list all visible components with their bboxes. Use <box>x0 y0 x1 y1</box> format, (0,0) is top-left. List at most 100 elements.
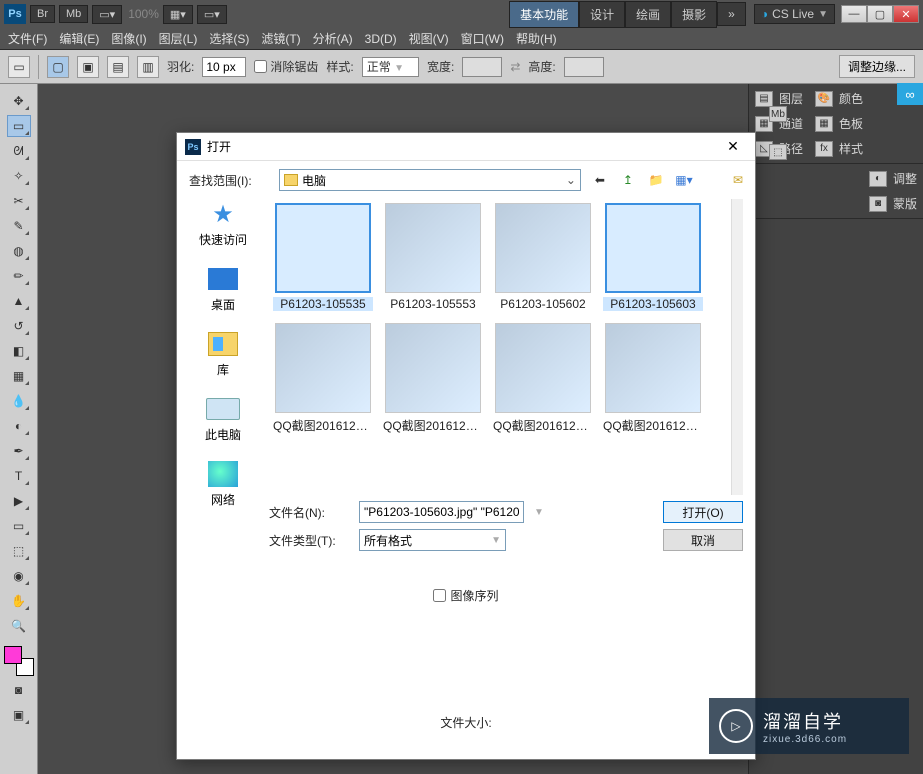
crop-tool[interactable]: ✂ <box>7 190 31 212</box>
panel-swatches[interactable]: ▦色板 <box>815 115 863 132</box>
file-thumbnail <box>275 203 371 293</box>
panel-adjustments[interactable]: ◐调整 <box>869 170 917 187</box>
place-library[interactable]: 库 <box>189 329 257 378</box>
file-item[interactable]: P61203-105553 <box>383 203 483 311</box>
dodge-tool[interactable]: ◐ <box>7 415 31 437</box>
file-item[interactable]: P61203-105535 <box>273 203 373 311</box>
3d-tool[interactable]: ⬚ <box>7 540 31 562</box>
cs-live-button[interactable]: ◑CS Live▼ <box>754 4 835 24</box>
screen-mode-tool[interactable]: ▣ <box>7 704 31 726</box>
menu-layer[interactable]: 图层(L) <box>159 30 198 47</box>
blur-tool[interactable]: 💧 <box>7 390 31 412</box>
minibridge-collapsed-icon[interactable]: Mb <box>769 106 787 122</box>
eraser-tool[interactable]: ◧ <box>7 340 31 362</box>
menu-help[interactable]: 帮助(H) <box>516 30 557 47</box>
image-sequence-checkbox[interactable] <box>433 589 446 602</box>
workspace-tab-design[interactable]: 设计 <box>579 1 625 28</box>
nav-back-icon[interactable]: ⬅ <box>589 170 611 190</box>
history-brush-tool[interactable]: ↺ <box>7 315 31 337</box>
dialog-close-button[interactable]: ✕ <box>719 137 747 157</box>
lasso-tool[interactable]: ᘛ <box>7 140 31 162</box>
filename-input[interactable] <box>359 501 524 523</box>
place-network[interactable]: 网络 <box>189 459 257 508</box>
place-quickaccess[interactable]: ★ 快速访问 <box>189 199 257 248</box>
style-select[interactable]: 正常 ▼ <box>362 57 419 77</box>
swap-wh-icon[interactable]: ⇄ <box>510 60 520 74</box>
minimize-button[interactable]: — <box>841 5 867 23</box>
clone-stamp-tool[interactable]: ▲ <box>7 290 31 312</box>
open-button[interactable]: 打开(O) <box>663 501 743 523</box>
menu-analysis[interactable]: 分析(A) <box>313 30 353 47</box>
view-extras-button[interactable]: ▦▾ <box>163 5 193 24</box>
histogram-collapsed-icon[interactable]: ⬚ <box>769 144 787 160</box>
marquee-intersect-icon[interactable]: ▥ <box>137 56 159 78</box>
file-item[interactable]: QQ截图20161203110800 <box>383 323 483 434</box>
zoom-level[interactable]: 100% <box>128 7 159 21</box>
marquee-new-icon[interactable]: ▢ <box>47 56 69 78</box>
file-item[interactable]: P61203-105603 <box>603 203 703 311</box>
zoom-tool[interactable]: 🔍 <box>7 615 31 637</box>
marquee-subtract-icon[interactable]: ▤ <box>107 56 129 78</box>
screen-mode-button[interactable]: ▭▾ <box>92 5 122 24</box>
hand-tool[interactable]: ✋ <box>7 590 31 612</box>
panel-layers[interactable]: ▤图层 <box>755 90 803 107</box>
shape-tool[interactable]: ▭ <box>7 515 31 537</box>
file-item[interactable]: QQ截图20161203110715 <box>273 323 373 434</box>
menu-3d[interactable]: 3D(D) <box>365 32 397 46</box>
menu-edit[interactable]: 编辑(E) <box>59 30 99 47</box>
antialias-checkbox[interactable]: 消除锯齿 <box>254 58 318 75</box>
file-item[interactable]: P61203-105602 <box>493 203 593 311</box>
marquee-add-icon[interactable]: ▣ <box>77 56 99 78</box>
maximize-button[interactable]: ▢ <box>867 5 893 23</box>
tool-preset-icon[interactable]: ▭ <box>8 56 30 78</box>
cloud-icon[interactable]: ∞ <box>897 83 923 105</box>
path-select-tool[interactable]: ▶ <box>7 490 31 512</box>
cancel-button[interactable]: 取消 <box>663 529 743 551</box>
dialog-titlebar[interactable]: Ps 打开 ✕ <box>177 133 755 161</box>
workspace-more[interactable]: » <box>717 2 746 26</box>
brush-tool[interactable]: ✏ <box>7 265 31 287</box>
gradient-tool[interactable]: ▦ <box>7 365 31 387</box>
bridge-button[interactable]: Br <box>30 5 55 23</box>
panel-color[interactable]: 🎨颜色 <box>815 90 863 107</box>
menu-select[interactable]: 选择(S) <box>209 30 249 47</box>
filename-chevron-icon[interactable]: ▼ <box>534 507 544 518</box>
menu-image[interactable]: 图像(I) <box>111 30 146 47</box>
file-scrollbar[interactable] <box>731 199 743 495</box>
menu-window[interactable]: 窗口(W) <box>461 30 504 47</box>
workspace-tab-painting[interactable]: 绘画 <box>625 1 671 28</box>
3d-camera-tool[interactable]: ◉ <box>7 565 31 587</box>
workspace-tab-photography[interactable]: 摄影 <box>671 1 717 28</box>
healing-brush-tool[interactable]: ◍ <box>7 240 31 262</box>
place-this-pc[interactable]: 此电脑 <box>189 394 257 443</box>
nav-up-icon[interactable]: ↥ <box>617 170 639 190</box>
panel-masks[interactable]: ◙蒙版 <box>869 195 917 212</box>
quick-mask-tool[interactable]: ◙ <box>7 679 31 701</box>
move-tool[interactable]: ✥ <box>7 90 31 112</box>
filetype-select[interactable]: 所有格式 ▼ <box>359 529 506 551</box>
color-swatches[interactable] <box>4 646 34 676</box>
look-in-select[interactable]: 电脑 ⌄ <box>279 169 581 191</box>
menu-filter[interactable]: 滤镜(T) <box>261 30 300 47</box>
panel-styles[interactable]: fx样式 <box>815 140 863 157</box>
file-item[interactable]: QQ截图20161203111208 <box>493 323 593 434</box>
feather-input[interactable] <box>202 57 246 77</box>
foreground-color-swatch[interactable] <box>4 646 22 664</box>
menu-file[interactable]: 文件(F) <box>8 30 47 47</box>
nav-favorite-icon[interactable]: ✉ <box>733 173 743 187</box>
file-item[interactable]: QQ截图20161203111226 <box>603 323 703 434</box>
marquee-tool[interactable]: ▭ <box>7 115 31 137</box>
close-button[interactable]: ✕ <box>893 5 919 23</box>
eyedropper-tool[interactable]: ✎ <box>7 215 31 237</box>
magic-wand-tool[interactable]: ✧ <box>7 165 31 187</box>
nav-newfolder-icon[interactable]: 📁 <box>645 170 667 190</box>
menu-view[interactable]: 视图(V) <box>409 30 449 47</box>
refine-edge-button[interactable]: 调整边缘... <box>839 55 915 78</box>
workspace-tab-essentials[interactable]: 基本功能 <box>509 1 579 28</box>
minibridge-button[interactable]: Mb <box>59 5 88 23</box>
type-tool[interactable]: T <box>7 465 31 487</box>
place-desktop[interactable]: 桌面 <box>189 264 257 313</box>
arrange-button[interactable]: ▭▾ <box>197 5 227 24</box>
pen-tool[interactable]: ✒ <box>7 440 31 462</box>
nav-view-icon[interactable]: ▦▾ <box>673 170 695 190</box>
